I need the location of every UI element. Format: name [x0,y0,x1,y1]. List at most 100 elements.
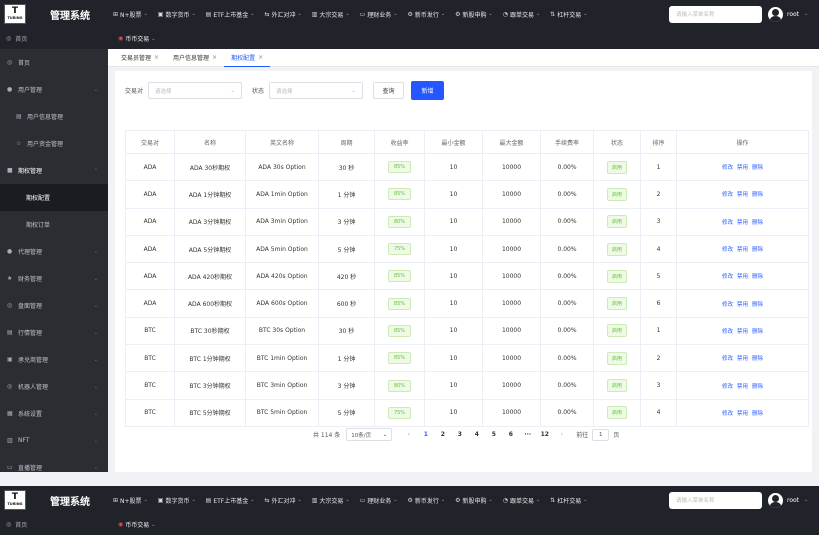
sidebar-item[interactable]: ☆ 用户资金管理 [0,130,108,157]
sidebar-item[interactable]: 期权订单 [0,211,108,238]
tab-item[interactable]: 交易员管理 × [114,49,166,67]
delete-link[interactable]: 删除 [752,329,763,335]
page-number[interactable]: 3 [451,431,468,438]
topnav-item[interactable]: ▭ 理财业务 ⌄ [355,486,403,514]
topnav-item[interactable]: ▤ ETF上市基金 ⌄ [201,486,260,514]
disable-link[interactable]: 禁用 [737,329,748,335]
sidebar-item[interactable]: ▥ NFT ⌄ [0,427,108,454]
page-number[interactable]: 6 [502,431,519,438]
delete-link[interactable]: 删除 [752,411,763,417]
tab-item[interactable]: 用户信息管理 × [166,49,224,67]
sidebar-item[interactable]: ● 用户管理 ⌄ [0,76,108,103]
topnav-item[interactable]: ◔ 跟单交易 ⌄ [498,0,545,28]
page-number[interactable]: 4 [468,431,485,438]
page-number[interactable]: ··· [519,431,536,438]
edit-link[interactable]: 修改 [722,411,733,417]
delete-link[interactable]: 删除 [752,192,763,198]
edit-link[interactable]: 修改 [722,220,733,226]
topnav-item[interactable]: ▥ 大宗交易 ⌄ [307,0,355,28]
sidebar-item[interactable]: ▣ 承兑商管理 ⌄ [0,346,108,373]
delete-link[interactable]: 删除 [752,165,763,171]
user-menu[interactable]: root ⌄ [768,492,808,508]
topnav-item[interactable]: ⇅ 杠杆交易 ⌄ [545,486,592,514]
edit-link[interactable]: 修改 [722,247,733,253]
page-number[interactable]: 12 [536,431,553,438]
menu-search-input[interactable]: 请输入菜单名称 [669,491,762,509]
query-button[interactable]: 查询 [373,82,405,99]
disable-link[interactable]: 禁用 [737,274,748,280]
topnav-item[interactable]: ▭ 理财业务 ⌄ [355,0,403,28]
topnav-item[interactable]: ⊞ N+股票 ⌄ [108,0,153,28]
disable-link[interactable]: 禁用 [737,192,748,198]
close-icon[interactable]: × [258,54,263,61]
delete-link[interactable]: 删除 [752,384,763,390]
delete-link[interactable]: 删除 [752,247,763,253]
topnav-item[interactable]: ⊞ N+股票 ⌄ [108,486,153,514]
edit-link[interactable]: 修改 [722,274,733,280]
edit-link[interactable]: 修改 [722,356,733,362]
topnav-item-label: 大宗交易 [319,11,344,19]
topnav-item[interactable]: ◔ 跟单交易 ⌄ [498,486,545,514]
chevron-down-icon: ⌄ [393,497,398,503]
pair-select[interactable]: 请选择 ⌄ [148,82,243,99]
sidebar-item[interactable]: ◎ 机器人管理 ⌄ [0,373,108,400]
topnav-item[interactable]: ▣ 数字货币 ⌄ [153,486,201,514]
topnav-item[interactable]: ▣ 数字货币 ⌄ [153,0,201,28]
edit-link[interactable]: 修改 [722,192,733,198]
delete-link[interactable]: 删除 [752,274,763,280]
topnav-item[interactable]: ⚙ 新股申购 ⌄ [450,0,498,28]
home-link[interactable]: ◎ 首页 [6,520,27,529]
goto-page-input[interactable]: 1 [592,428,610,441]
disable-link[interactable]: 禁用 [737,356,748,362]
prev-page-button[interactable]: ‹ [400,431,417,438]
coin-trade-menu[interactable]: ◉ 币币交易 ⌄ [118,34,155,43]
close-icon[interactable]: × [212,54,217,61]
delete-link[interactable]: 删除 [752,302,763,308]
disable-link[interactable]: 禁用 [737,247,748,253]
topnav-item[interactable]: ⚙ 新币发行 ⌄ [402,486,450,514]
menu-search-input[interactable]: 请输入菜单名称 [669,5,762,23]
user-menu[interactable]: root ⌄ [768,6,808,22]
sidebar-item[interactable]: ▤ 行情管理 ⌄ [0,319,108,346]
page-number[interactable]: 5 [485,431,502,438]
edit-link[interactable]: 修改 [722,384,733,390]
edit-link[interactable]: 修改 [722,302,733,308]
topnav-item[interactable]: ▤ ETF上市基金 ⌄ [201,0,260,28]
close-icon[interactable]: × [154,54,159,61]
table-cell: 0.00% [540,289,594,318]
sidebar-item[interactable]: ◎ 盘面管理 ⌄ [0,292,108,319]
sidebar-item[interactable]: ★ 财务管理 ⌄ [0,265,108,292]
topnav-item[interactable]: ⇅ 杠杆交易 ⌄ [545,0,592,28]
page-number[interactable]: 1 [417,431,434,438]
delete-link[interactable]: 删除 [752,220,763,226]
coin-trade-menu[interactable]: ◉ 币币交易 ⌄ [118,520,155,529]
disable-link[interactable]: 禁用 [737,384,748,390]
sidebar-item[interactable]: ◎ 首页 [0,49,108,76]
topnav-item[interactable]: ⚙ 新股申购 ⌄ [450,486,498,514]
disable-link[interactable]: 禁用 [737,302,748,308]
next-page-button[interactable]: › [553,431,570,438]
page-size-select[interactable]: 10条/页 ⌄ [346,428,393,441]
disable-link[interactable]: 禁用 [737,220,748,226]
disable-link[interactable]: 禁用 [737,411,748,417]
disable-link[interactable]: 禁用 [737,165,748,171]
sidebar-item[interactable]: ▭ 直播管理 ⌄ [0,454,108,481]
tab-item[interactable]: 期权配置 × [224,49,271,67]
sidebar-item[interactable]: ▦ 系统设置 ⌄ [0,400,108,427]
sidebar-item[interactable]: ● 代理管理 ⌄ [0,238,108,265]
chevron-down-icon: ⌄ [351,87,357,94]
topnav-item[interactable]: ⚙ 新币发行 ⌄ [402,0,450,28]
home-link[interactable]: ◎ 首页 [6,34,27,43]
topnav-item[interactable]: ⇆ 外汇对冲 ⌄ [259,486,306,514]
page-number[interactable]: 2 [434,431,451,438]
sidebar-item[interactable]: 期权配置 [0,184,108,211]
edit-link[interactable]: 修改 [722,165,733,171]
add-button[interactable]: 新增 [411,81,445,100]
status-select[interactable]: 请选择 ⌄ [269,82,364,99]
topnav-item[interactable]: ⇆ 外汇对冲 ⌄ [259,0,306,28]
edit-link[interactable]: 修改 [722,329,733,335]
sidebar-item[interactable]: ■ 期权管理 ⌃ [0,157,108,184]
topnav-item[interactable]: ▥ 大宗交易 ⌄ [307,486,355,514]
delete-link[interactable]: 删除 [752,356,763,362]
sidebar-item[interactable]: ▤ 用户信息管理 [0,103,108,130]
